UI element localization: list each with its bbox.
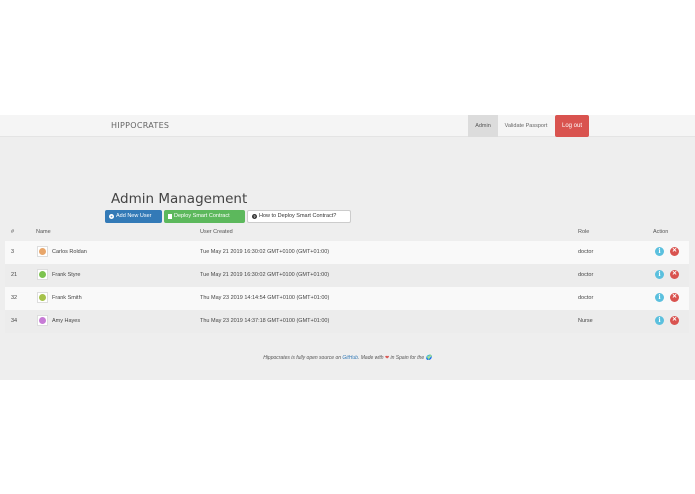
- avatar: [37, 315, 48, 326]
- avatar: [37, 246, 48, 257]
- delete-icon[interactable]: ✕: [670, 270, 679, 279]
- nav-admin[interactable]: Admin: [468, 115, 498, 137]
- row-role: doctor: [578, 295, 594, 301]
- page-title: Admin Management: [111, 191, 248, 207]
- file-icon: [168, 214, 172, 219]
- table-row: 32 Frank Smith Thu May 23 2019 14:14:54 …: [5, 287, 689, 310]
- avatar-identicon: [39, 248, 46, 255]
- avatar: [37, 292, 48, 303]
- footer-prefix: Hippocrates is fully open source on: [263, 355, 343, 361]
- header-id: #: [11, 229, 15, 235]
- question-icon: ?: [252, 214, 257, 219]
- how-to-deploy-label: How to Deploy Smart Contract?: [259, 213, 337, 219]
- avatar-identicon: [39, 271, 46, 278]
- row-role: doctor: [578, 249, 594, 255]
- row-created: Thu May 23 2019 14:14:54 GMT+0100 (GMT+0…: [200, 295, 330, 301]
- row-role: Nurse: [578, 318, 593, 324]
- deploy-contract-button[interactable]: Deploy Smart Contract: [164, 210, 245, 223]
- row-name: Frank Styre: [52, 272, 81, 278]
- footer: Hippocrates is fully open source on GitH…: [0, 355, 695, 361]
- table-row: 21 Frank Styre Tue May 21 2019 16:30:02 …: [5, 264, 689, 287]
- nav-validate-passport[interactable]: Validate Passport: [501, 115, 551, 137]
- info-icon[interactable]: i: [655, 247, 664, 256]
- footer-middle: . Made with: [357, 355, 385, 361]
- row-name: Frank Smith: [52, 295, 82, 301]
- row-role: doctor: [578, 272, 594, 278]
- row-created: Tue May 21 2019 16:30:02 GMT+0100 (GMT+0…: [200, 272, 330, 278]
- deploy-contract-label: Deploy Smart Contract: [174, 213, 230, 219]
- table-row: 34 Amy Hayes Thu May 23 2019 14:37:18 GM…: [5, 310, 689, 333]
- row-name: Amy Hayes: [52, 318, 81, 324]
- page: HIPPOCRATES Admin Validate Passport Log …: [0, 0, 695, 494]
- info-icon[interactable]: i: [655, 293, 664, 302]
- app-container: HIPPOCRATES Admin Validate Passport Log …: [0, 115, 695, 380]
- github-link[interactable]: GitHub: [342, 355, 358, 361]
- add-user-label: Add New User: [116, 213, 152, 219]
- logout-button[interactable]: Log out: [555, 115, 589, 137]
- delete-icon[interactable]: ✕: [670, 247, 679, 256]
- row-created: Thu May 23 2019 14:37:18 GMT+0100 (GMT+0…: [200, 318, 330, 324]
- row-id: 3: [11, 249, 15, 255]
- brand-logo[interactable]: HIPPOCRATES: [111, 121, 169, 130]
- avatar-identicon: [39, 317, 46, 324]
- globe-icon: 🌍: [425, 355, 432, 361]
- row-id: 34: [11, 318, 18, 324]
- header-action: Action: [653, 229, 669, 235]
- row-created: Tue May 21 2019 16:30:02 GMT+0100 (GMT+0…: [200, 249, 330, 255]
- footer-suffix: in Spain for the: [389, 355, 426, 361]
- header-name: Name: [36, 229, 51, 235]
- table-row: 3 Carlos Roldan Tue May 21 2019 16:30:02…: [5, 241, 689, 264]
- avatar-identicon: [39, 294, 46, 301]
- info-icon[interactable]: i: [655, 270, 664, 279]
- avatar: [37, 269, 48, 280]
- delete-icon[interactable]: ✕: [670, 293, 679, 302]
- navbar: HIPPOCRATES Admin Validate Passport Log …: [0, 115, 695, 137]
- row-id: 32: [11, 295, 18, 301]
- row-name: Carlos Roldan: [52, 249, 87, 255]
- row-id: 21: [11, 272, 18, 278]
- header-role: Role: [578, 229, 590, 235]
- header-created: User Created: [200, 229, 233, 235]
- delete-icon[interactable]: ✕: [670, 316, 679, 325]
- add-user-button[interactable]: + Add New User: [105, 210, 162, 223]
- plus-icon: +: [109, 214, 114, 219]
- info-icon[interactable]: i: [655, 316, 664, 325]
- how-to-deploy-button[interactable]: ? How to Deploy Smart Contract?: [247, 210, 351, 223]
